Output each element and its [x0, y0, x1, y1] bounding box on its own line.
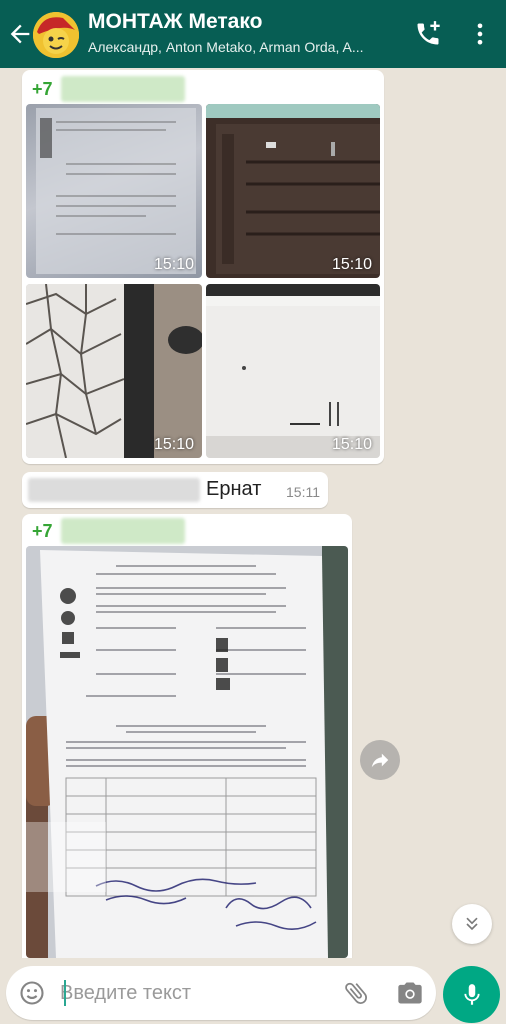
photo-thumbnail[interactable]: 15:10	[206, 104, 380, 278]
photo-time: 15:10	[153, 256, 194, 273]
photo-group-message[interactable]: +7 15:10 15:10 15:10 15:10	[22, 70, 384, 464]
message-text: Ернат	[206, 478, 262, 500]
sender-phone-prefix: +7	[32, 520, 53, 541]
group-avatar[interactable]	[33, 12, 79, 58]
add-call-icon[interactable]	[414, 20, 442, 48]
photo-thumbnail[interactable]: 15:10	[26, 104, 202, 278]
forward-button[interactable]	[360, 740, 400, 780]
camera-icon[interactable]	[396, 979, 424, 1007]
chat-title: МОНТАЖ Метако	[88, 10, 263, 33]
message-input[interactable]	[60, 976, 330, 1010]
sender-phone-blurred	[60, 518, 185, 544]
photo-time: 15:10	[331, 436, 372, 453]
more-vert-icon[interactable]	[466, 20, 494, 48]
voice-record-button[interactable]	[443, 966, 500, 1023]
text-caret	[64, 980, 66, 1006]
back-arrow-icon[interactable]	[6, 20, 34, 48]
composer	[6, 966, 436, 1020]
sender-phone-blurred	[28, 478, 200, 502]
sender-row: +7	[32, 518, 185, 544]
sender-phone-blurred	[60, 76, 185, 102]
header-title-area[interactable]: МОНТАЖ Метако Александр, Anton Metako, A…	[88, 10, 408, 55]
scroll-to-bottom-button[interactable]	[452, 904, 492, 944]
chat-header: МОНТАЖ Метако Александр, Anton Metako, A…	[0, 0, 506, 68]
photo-thumbnail[interactable]: 15:10	[206, 284, 380, 458]
photo-thumbnail[interactable]: 15:10	[26, 284, 202, 458]
sender-phone-prefix: +7	[32, 78, 53, 99]
attach-icon[interactable]	[342, 979, 370, 1007]
document-photo[interactable]	[26, 546, 348, 958]
chevron-double-down-icon	[466, 917, 478, 931]
chat-participants: Александр, Anton Metako, Arman Orda, A..…	[88, 39, 364, 55]
mic-icon	[463, 983, 480, 1005]
sender-row: +7	[32, 76, 185, 102]
photo-time: 15:10	[331, 256, 372, 273]
emoji-icon[interactable]	[18, 979, 46, 1007]
message-time: 15:11	[286, 484, 320, 500]
forward-icon	[371, 753, 389, 768]
photo-time: 15:10	[153, 436, 194, 453]
message-list[interactable]: +7 15:10 15:10 15:10 15:10 Ернат 15:11 +…	[0, 68, 506, 958]
text-message[interactable]: Ернат 15:11	[22, 472, 328, 508]
